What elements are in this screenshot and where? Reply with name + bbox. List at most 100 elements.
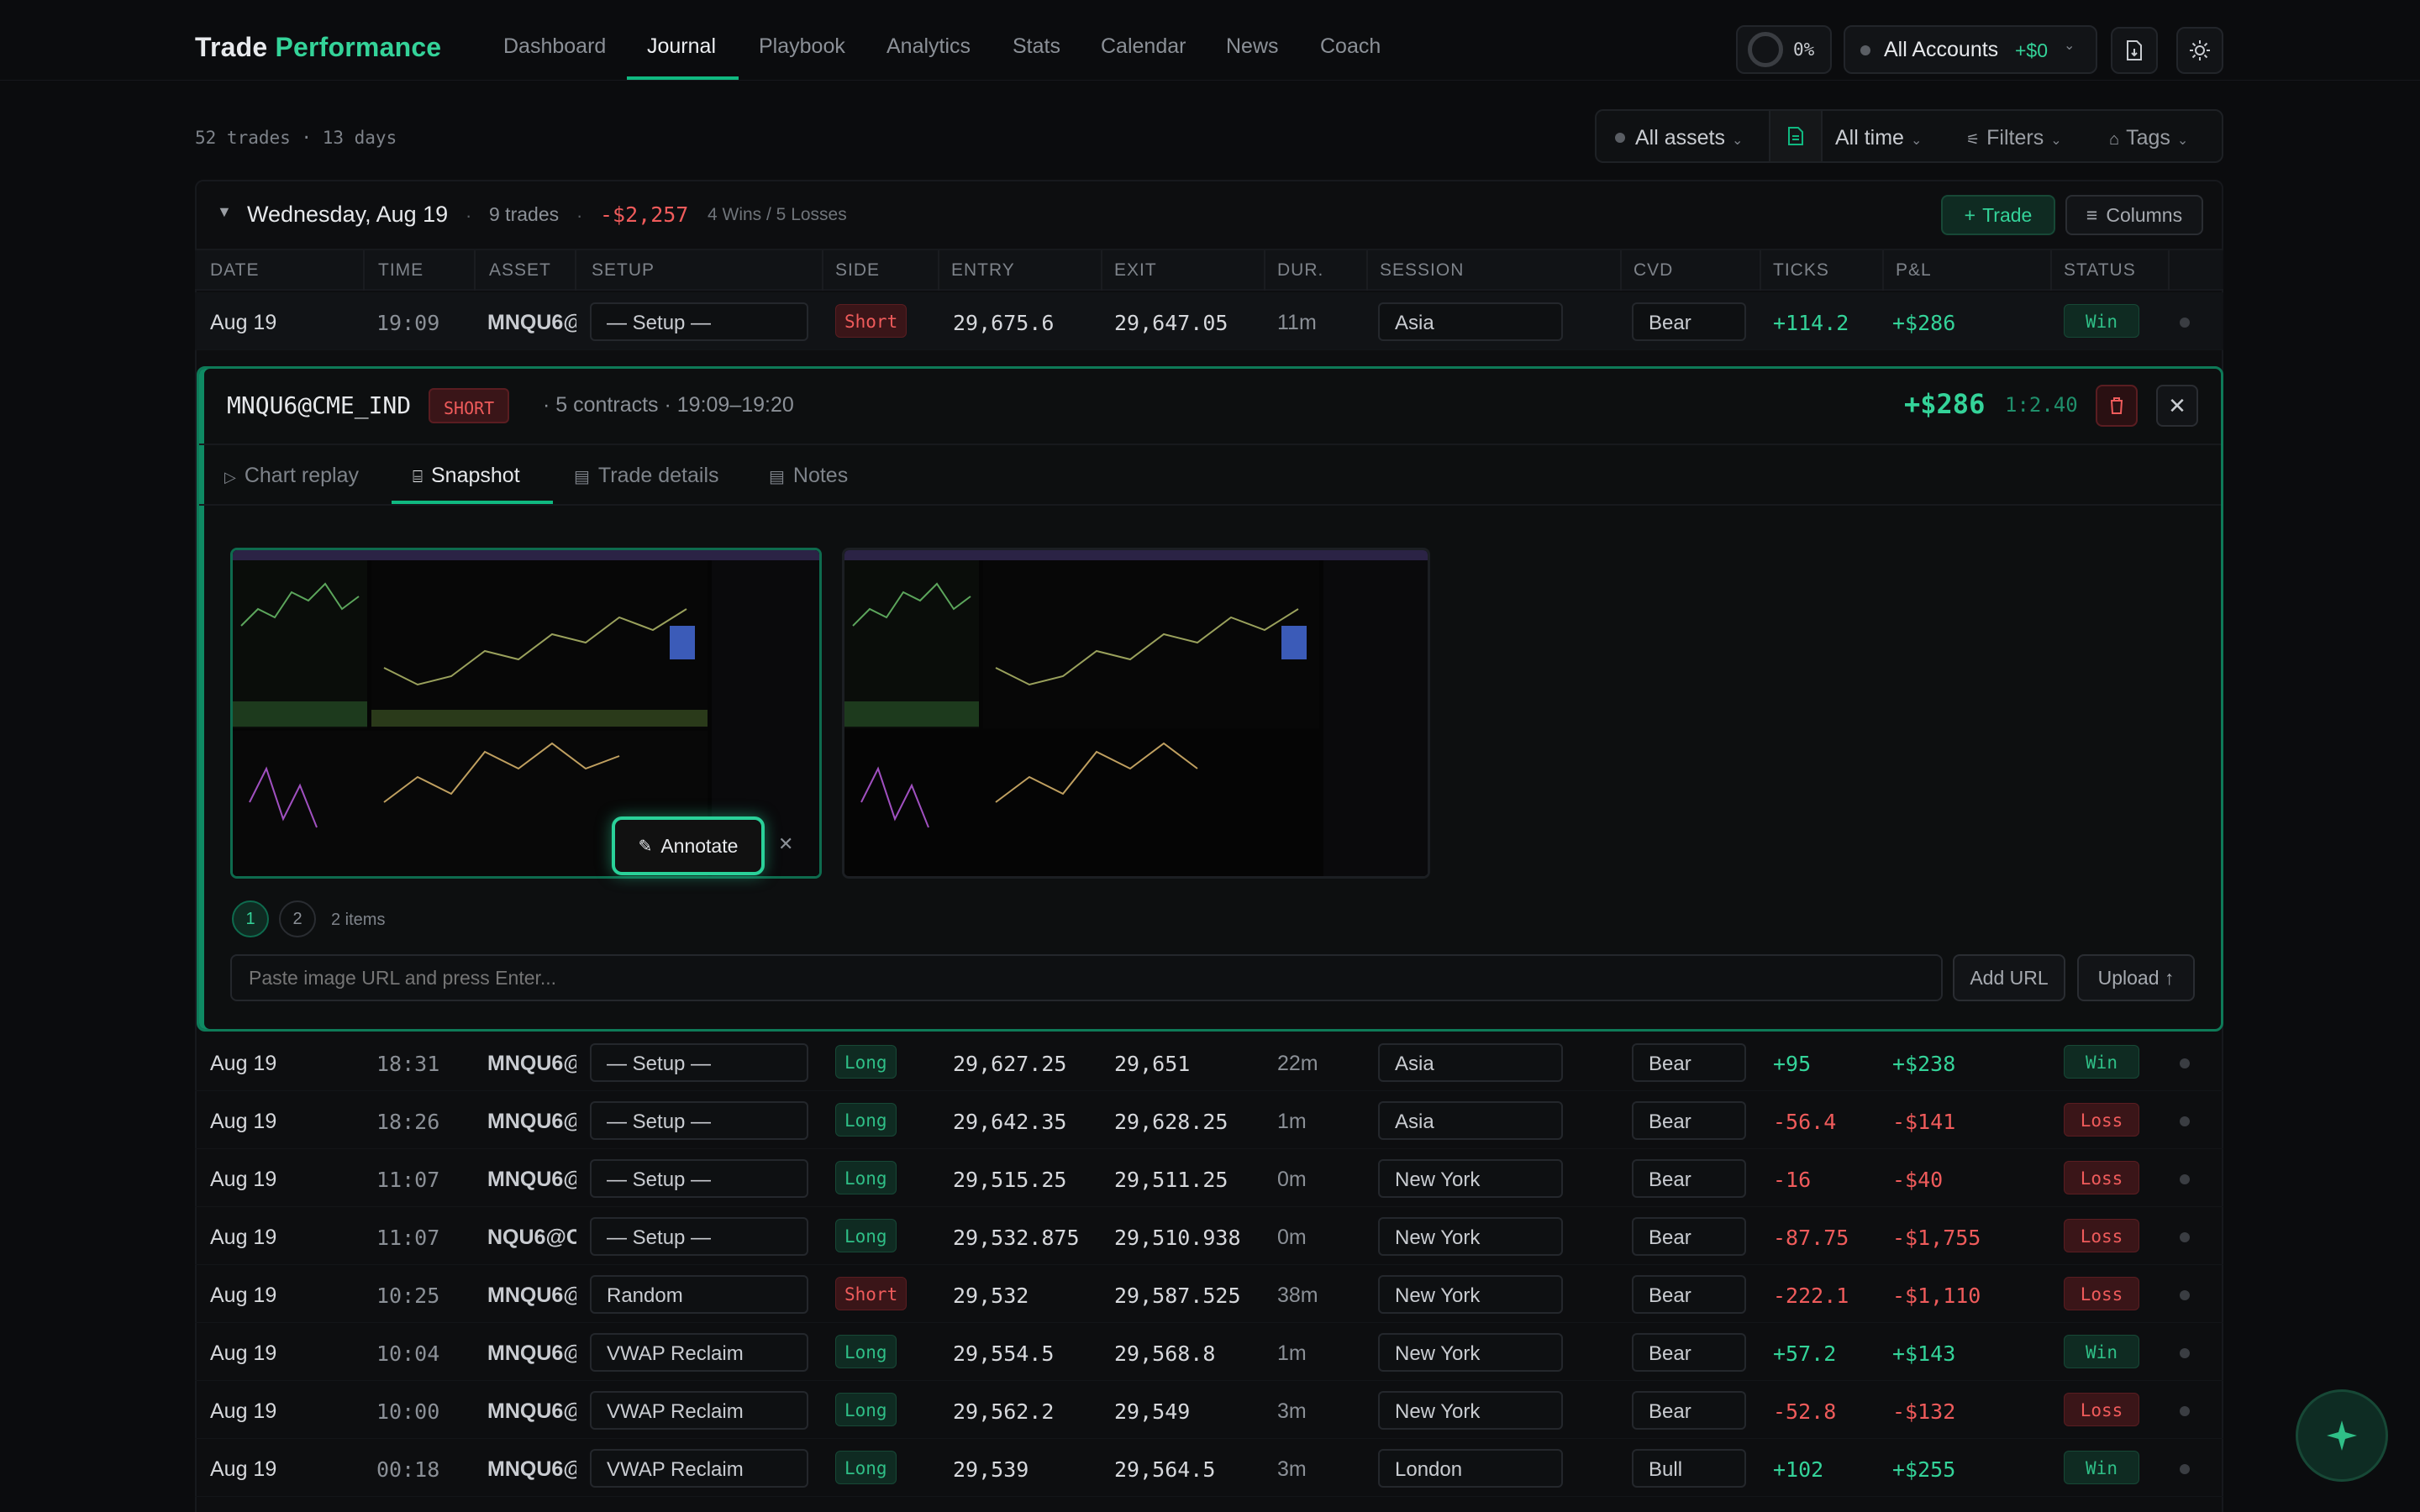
table-row[interactable]: Aug 19 18:26 MNQU6@CME_IND — Setup — Long 29,… [195,1091,2223,1149]
row-menu-dot[interactable] [2180,1058,2190,1068]
table-row[interactable]: Aug 19 10:25 MNQU6@CME_IND Random Short 29,53… [195,1265,2223,1323]
col-asset[interactable]: ASSET [489,260,551,281]
columns-button[interactable]: ≡ Columns [2065,195,2203,235]
assets-filter[interactable]: All assets ⌄ [1635,126,1743,150]
session-select[interactable]: New York [1378,1391,1563,1430]
image-url-input[interactable] [230,954,1943,1001]
row-menu-dot[interactable] [2180,1116,2190,1126]
snapshot-page-1[interactable]: 1 [232,900,269,937]
row-menu-dot[interactable] [2180,1348,2190,1358]
cell-duration: 11m [1277,311,1317,334]
col-session[interactable]: SESSION [1380,260,1464,281]
assistant-button[interactable] [2296,1389,2388,1482]
row-menu-dot[interactable] [2180,1406,2190,1416]
notes-filter-button[interactable] [1769,111,1823,161]
col-side[interactable]: SIDE [835,260,880,281]
time-filter[interactable]: All time ⌄ [1835,126,1922,150]
tags-button[interactable]: ⌂ Tags ⌄ [2109,126,2188,150]
brand-accent: Performance [275,32,442,62]
add-trade-label: Trade [1982,203,2033,226]
nav-analytics[interactable]: Analytics [886,34,971,59]
cvd-select[interactable]: Bull [1632,1449,1746,1488]
cell-duration: 3m [1277,1399,1307,1423]
nav-journal[interactable]: Journal [647,34,716,59]
cvd-select[interactable]: Bear [1632,1391,1746,1430]
table-row[interactable]: Aug 19 19:09 MNQU6@CME_IND — Setup — Sho… [195,292,2223,350]
session-select[interactable]: New York [1378,1275,1563,1314]
nav-stats[interactable]: Stats [1013,34,1060,59]
col-ticks[interactable]: TICKS [1773,260,1829,281]
tab-trade-details[interactable]: ▤ Trade details [574,464,719,488]
filters-button[interactable]: ⚟ Filters ⌄ [1966,126,2062,150]
cvd-select[interactable]: Bear [1632,1333,1746,1372]
tab-notes[interactable]: ▤ Notes [769,464,848,488]
snapshot-page-2[interactable]: 2 [279,900,316,937]
setup-select[interactable]: VWAP Reclaim [590,1449,808,1488]
collapse-caret-icon[interactable]: ▼ [217,203,232,221]
row-menu-dot[interactable] [2180,1464,2190,1474]
cvd-select[interactable]: Bear [1632,1217,1746,1256]
brand-logo[interactable]: Trade Performance [195,32,441,63]
remove-snapshot-icon[interactable]: ✕ [778,833,793,855]
cvd-select[interactable]: Bear [1632,1275,1746,1314]
upload-button[interactable]: Upload ↑ [2077,954,2195,1001]
session-select[interactable]: New York [1378,1159,1563,1198]
annotate-button[interactable]: ✎ Annotate [612,816,765,875]
session-select[interactable]: New York [1378,1217,1563,1256]
divider [1882,250,1884,291]
setup-select[interactable]: VWAP Reclaim [590,1391,808,1430]
col-date[interactable]: DATE [210,260,259,281]
col-setup[interactable]: SETUP [592,260,655,281]
nav-dashboard[interactable]: Dashboard [503,34,606,59]
table-row[interactable]: Aug 19 11:07 NQU6@CME_IND — Setup — Long 29,5… [195,1207,2223,1265]
cvd-select[interactable]: Bear [1632,1043,1746,1082]
nav-news[interactable]: News [1226,34,1279,59]
row-menu-dot[interactable] [2180,1232,2190,1242]
session-select[interactable]: New York [1378,1333,1563,1372]
col-duration[interactable]: DUR. [1277,260,1323,281]
setup-select[interactable]: Random [590,1275,808,1314]
delete-trade-button[interactable] [2096,385,2138,427]
setup-select[interactable]: — Setup — [590,1043,808,1082]
cell-date: Aug 19 [210,1110,277,1133]
row-menu-dot[interactable] [2180,318,2190,328]
snapshot-thumbnail-2[interactable] [842,548,1430,879]
cvd-select[interactable]: Bear [1632,1159,1746,1198]
tab-snapshot[interactable]: ⌸ Snapshot [413,464,520,488]
col-cvd[interactable]: CVD [1634,260,1673,281]
tab-label: Notes [792,464,849,487]
nav-playbook[interactable]: Playbook [759,34,845,59]
session-select[interactable]: Asia [1378,1043,1563,1082]
table-row[interactable]: Aug 19 10:00 MNQU6@CME_IND VWAP Reclaim Long… [195,1381,2223,1439]
tab-chart-replay[interactable]: ▷ Chart replay [224,464,359,488]
col-exit[interactable]: EXIT [1114,260,1157,281]
table-row[interactable]: Aug 19 11:07 MNQU6@CME_IND — Setup — Long 29,… [195,1149,2223,1207]
add-url-button[interactable]: Add URL [1953,954,2065,1001]
session-select[interactable]: Asia [1378,302,1563,341]
col-pnl[interactable]: P&L [1896,260,1932,281]
session-select[interactable]: London [1378,1449,1563,1488]
col-time[interactable]: TIME [378,260,424,281]
nav-calendar[interactable]: Calendar [1101,34,1186,59]
table-row[interactable]: Aug 19 00:18 MNQU6@CME_IND VWAP Reclaim Long… [195,1439,2223,1497]
setup-select[interactable]: — Setup — [590,1101,808,1140]
col-entry[interactable]: ENTRY [951,260,1015,281]
theme-toggle-button[interactable] [2176,27,2223,74]
table-row[interactable]: Aug 19 18:31 MNQU6@CME_IND — Setup — Long 29,… [195,1033,2223,1091]
close-detail-button[interactable]: ✕ [2156,385,2198,427]
setup-select[interactable]: — Setup — [590,1217,808,1256]
nav-coach[interactable]: Coach [1320,34,1381,59]
setup-select[interactable]: VWAP Reclaim [590,1333,808,1372]
cvd-select[interactable]: Bear [1632,302,1746,341]
session-select[interactable]: Asia [1378,1101,1563,1140]
day-group-header[interactable]: ▼ Wednesday, Aug 19 · 9 trades · -$2,257… [195,180,2223,250]
row-menu-dot[interactable] [2180,1290,2190,1300]
setup-select[interactable]: — Setup — [590,1159,808,1198]
col-status[interactable]: STATUS [2064,260,2136,281]
setup-select[interactable]: — Setup — [590,302,808,341]
row-menu-dot[interactable] [2180,1174,2190,1184]
cvd-select[interactable]: Bear [1632,1101,1746,1140]
export-button[interactable] [2111,27,2158,74]
add-trade-button[interactable]: + Trade [1941,195,2055,235]
table-row[interactable]: Aug 19 10:04 MNQU6@CME_IND VWAP Reclaim Long… [195,1323,2223,1381]
